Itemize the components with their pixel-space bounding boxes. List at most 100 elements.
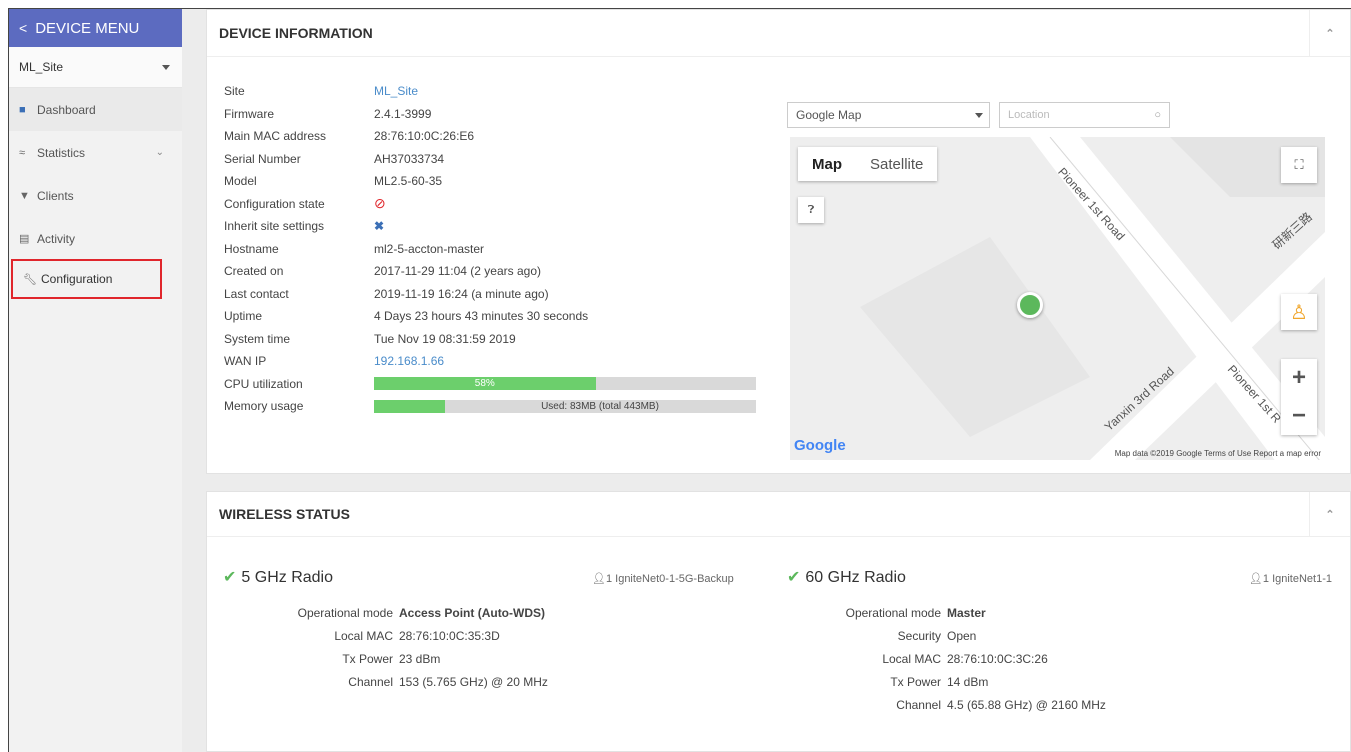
location-input[interactable]: Location ○ (999, 102, 1170, 128)
radio-title-text: 60 GHz Radio (805, 569, 906, 586)
device-info-table: Site ML_Site Firmware 2.4.1-3999 Main MAC … (224, 80, 756, 418)
zoom-out-icon[interactable]: − (1281, 397, 1317, 435)
radio-60ghz-title: ✔ 60 GHz Radio (787, 567, 906, 587)
site-selector[interactable]: ML_Site (9, 47, 182, 88)
user-icon: 👤︎ (1248, 573, 1263, 585)
cpu-utilization-bar: 58% (374, 377, 756, 391)
detail-key: Operational mode (297, 606, 393, 620)
info-label: Model (224, 174, 257, 189)
back-chevron-icon[interactable]: < (19, 20, 27, 36)
site-link[interactable]: ML_Site (374, 84, 418, 98)
map-view[interactable]: Pioneer 1st Road Yanxin 3rd Road Pioneer… (790, 137, 1325, 460)
memory-usage-bar: Used: 83MB (total 443MB) (374, 399, 756, 413)
memory-bar-fill (374, 399, 446, 413)
info-value: Tue Nov 19 08:31:59 2019 (374, 331, 516, 346)
google-logo: Google (794, 437, 846, 454)
prohibited-icon: ⊘ (374, 195, 386, 212)
info-row: Model ML2.5-60-35 (224, 170, 756, 193)
radio-5ghz-details: Operational mode Access Point (Auto-WDS) … (223, 606, 548, 698)
detail-key: Local MAC (882, 652, 941, 666)
sidebar-item-label: Clients (37, 188, 74, 203)
info-row: CPU utilization 58% (224, 373, 756, 396)
info-row: WAN IP 192.168.1.66 (224, 350, 756, 373)
chevron-down-icon: ⌄ (155, 147, 164, 158)
info-value: ml2-5-accton-master (374, 241, 485, 256)
sidebar-item-configuration[interactable]: 🔧︎ Configuration (11, 259, 162, 299)
info-label: Hostname (224, 241, 279, 256)
detail-row: Channel 4.5 (65.88 GHz) @ 2160 MHz (787, 698, 1106, 721)
detail-key: Tx Power (890, 675, 941, 689)
sidebar-item-statistics[interactable]: ≈ Statistics ⌄ (9, 131, 182, 174)
wan-ip-link[interactable]: 192.168.1.66 (374, 354, 444, 368)
detail-value: Access Point (Auto-WDS) (399, 606, 546, 620)
info-row: Site ML_Site (224, 80, 756, 103)
collapse-chevron-icon[interactable]: ⌃ (1309, 10, 1350, 56)
map-provider-value: Google Map (796, 108, 862, 122)
device-marker-icon[interactable] (1017, 292, 1043, 318)
check-icon: ✔ (223, 569, 237, 586)
map-roads (790, 137, 1325, 460)
sidebar-item-label: Configuration (41, 272, 113, 286)
info-label: Created on (224, 264, 284, 279)
check-icon: ✔ (787, 569, 801, 586)
map-attribution[interactable]: Map data ©2019 Google Terms of Use Repor… (1115, 449, 1321, 458)
info-label: Uptime (224, 309, 263, 324)
search-icon[interactable]: ○ (1154, 109, 1161, 121)
info-value: 2017-11-29 11:04 (2 years ago) (374, 264, 541, 279)
site-selector-value: ML_Site (19, 60, 64, 74)
help-icon[interactable]: ❓︎ (798, 197, 824, 223)
collapse-chevron-icon[interactable]: ⌃ (1309, 492, 1350, 536)
detail-row: Operational mode Access Point (Auto-WDS) (223, 606, 548, 629)
chevron-down-icon (162, 64, 170, 70)
panel-title: DEVICE INFORMATION (219, 25, 373, 41)
sidebar-item-activity[interactable]: ▤ Activity (9, 217, 182, 260)
info-row: Configuration state ⊘ (224, 193, 756, 216)
detail-value: Master (947, 606, 986, 620)
pegman-icon[interactable]: ♙ (1281, 294, 1317, 330)
detail-row: Tx Power 23 dBm (223, 652, 548, 675)
info-label: Serial Number (224, 151, 301, 166)
detail-value: 23 dBm (399, 652, 441, 666)
info-row: Main MAC address 28:76:10:0C:26:E6 (224, 125, 756, 148)
info-row: Created on 2017-11-29 11:04 (2 years ago) (224, 260, 756, 283)
detail-row: Operational mode Master (787, 606, 1106, 629)
info-value: 4 Days 23 hours 43 minutes 30 seconds (374, 309, 589, 324)
info-value: 28:76:10:0C:26:E6 (374, 129, 475, 144)
info-row: System time Tue Nov 19 08:31:59 2019 (224, 328, 756, 351)
radio-60ghz-details: Operational mode Master Security Open Loca… (787, 606, 1106, 721)
map-provider-select[interactable]: Google Map (787, 102, 990, 128)
detail-value: 4.5 (65.88 GHz) @ 2160 MHz (947, 698, 1106, 712)
list-icon: ▤ (19, 233, 30, 245)
info-label: Inherit site settings (224, 219, 325, 234)
info-label: Site (224, 84, 245, 99)
chart-line-icon: ≈ (19, 146, 26, 159)
info-row: Serial Number AH37033734 (224, 148, 756, 171)
info-label: Last contact (224, 286, 289, 301)
sidebar-item-clients[interactable]: ▼ Clients (9, 174, 182, 217)
info-label: Memory usage (224, 399, 304, 414)
detail-key: Operational mode (845, 606, 941, 620)
info-row: Last contact 2019-11-19 16:24 (a minute a… (224, 283, 756, 306)
sidebar-item-dashboard[interactable]: ■ Dashboard (9, 88, 182, 131)
detail-value: 153 (5.765 GHz) @ 20 MHz (399, 675, 548, 689)
user-icon: 👤︎ (592, 573, 606, 585)
zoom-in-icon[interactable]: + (1281, 359, 1317, 397)
radio-60ghz-ssid: 👤︎1 IgniteNet1-1 (1249, 572, 1332, 585)
device-information-panel: DEVICE INFORMATION ⌃ Site ML_Site Firmwar… (206, 9, 1351, 474)
info-label: Configuration state (224, 196, 325, 211)
dashboard-icon: ■ (19, 103, 26, 116)
sidebar-item-label: Activity (37, 231, 76, 246)
panel-title: WIRELESS STATUS (219, 506, 350, 522)
info-label: Firmware (224, 106, 274, 121)
ssid-text: 1 IgniteNet1-1 (1262, 573, 1332, 585)
detail-row: Local MAC 28:76:10:0C:3C:26 (787, 652, 1106, 675)
fullscreen-icon[interactable]: ⛶ (1281, 147, 1317, 183)
map-tab-satellite[interactable]: Satellite (856, 147, 937, 181)
cross-icon: ✖ (374, 219, 385, 234)
radio-5ghz-ssid: 👤︎1 IgniteNet0-1-5G-Backup (592, 572, 734, 585)
radio-5ghz-title: ✔ 5 GHz Radio (223, 567, 333, 587)
map-tab-map[interactable]: Map (798, 147, 856, 181)
device-menu-header[interactable]: < DEVICE MENU (9, 9, 182, 47)
detail-key: Security (897, 629, 941, 643)
detail-row: Security Open (787, 629, 1106, 652)
